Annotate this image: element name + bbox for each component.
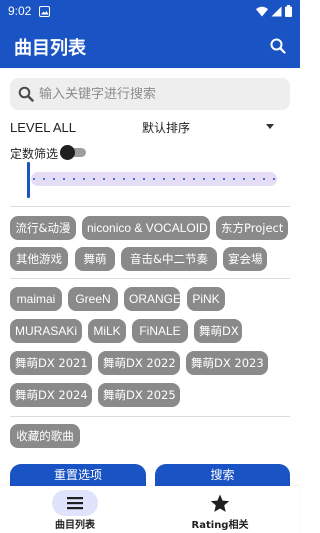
slider-tick bbox=[253, 178, 255, 180]
slider-tick bbox=[113, 178, 115, 180]
appbar-search-button[interactable] bbox=[266, 34, 290, 58]
chip-genre-ongeki-chunithm[interactable]: 音击&中二节奏 bbox=[121, 247, 217, 271]
chip-version-pink[interactable]: PiNK bbox=[187, 287, 225, 311]
app-bar: 曲目列表 bbox=[0, 24, 300, 68]
slider-tick bbox=[223, 178, 225, 180]
chip-favorites[interactable]: 收藏的歌曲 bbox=[10, 424, 80, 448]
search-submit-button[interactable]: 搜索 bbox=[155, 464, 290, 486]
slider-tick bbox=[233, 178, 235, 180]
chip-genre-touhou[interactable]: 东方Project bbox=[216, 216, 288, 240]
nav-label: 曲目列表 bbox=[55, 520, 95, 531]
chip-genre-maimai[interactable]: 舞萌 bbox=[75, 247, 115, 271]
slider-ticks bbox=[33, 178, 275, 180]
chip-version-dx-2021[interactable]: 舞萌DX 2021 bbox=[10, 351, 92, 375]
nav-item-song-list[interactable]: 曲目列表 bbox=[0, 486, 150, 533]
wifi-icon bbox=[256, 5, 268, 17]
level-selector[interactable]: LEVEL ALL bbox=[10, 120, 76, 135]
slider-tick bbox=[143, 178, 145, 180]
notification-photo-icon bbox=[38, 5, 50, 17]
constant-filter-row: 定数筛选 bbox=[10, 144, 110, 162]
chip-version-dx-2023[interactable]: 舞萌DX 2023 bbox=[186, 351, 268, 375]
chip-version-dx-2025[interactable]: 舞萌DX 2025 bbox=[98, 383, 180, 407]
chip-version-murasaki[interactable]: MURASAKi bbox=[10, 319, 82, 343]
chip-version-finale[interactable]: FiNALE bbox=[132, 319, 188, 343]
search-icon bbox=[16, 84, 36, 104]
slider-tick bbox=[263, 178, 265, 180]
chip-version-maimai[interactable]: maimai bbox=[10, 287, 62, 311]
chip-version-milk[interactable]: MiLK bbox=[88, 319, 126, 343]
chip-version-orange[interactable]: ORANGE bbox=[124, 287, 181, 311]
slider-tick bbox=[123, 178, 125, 180]
status-time: 9:02 bbox=[8, 4, 32, 18]
bottom-navigation: 曲目列表 Rating相关 bbox=[0, 486, 300, 533]
slider-tick bbox=[203, 178, 205, 180]
slider-tick bbox=[193, 178, 195, 180]
slider-tick bbox=[103, 178, 105, 180]
divider bbox=[10, 416, 290, 417]
chip-genre-pop-anime[interactable]: 流行&动漫 bbox=[10, 216, 76, 240]
slider-tick bbox=[163, 178, 165, 180]
nav-item-rating[interactable]: Rating相关 bbox=[145, 486, 295, 533]
status-bar: 9:02 bbox=[0, 0, 300, 24]
sort-selector[interactable]: 默认排序 bbox=[142, 119, 190, 136]
chip-version-green[interactable]: GreeN bbox=[68, 287, 118, 311]
slider-tick bbox=[273, 178, 275, 180]
slider-tick bbox=[33, 178, 35, 180]
chip-version-dx-2024[interactable]: 舞萌DX 2024 bbox=[10, 383, 92, 407]
star-icon bbox=[207, 492, 233, 514]
divider bbox=[10, 206, 290, 207]
search-input[interactable] bbox=[39, 86, 279, 102]
slider-tick bbox=[183, 178, 185, 180]
battery-icon bbox=[284, 5, 292, 17]
slider-tick bbox=[83, 178, 85, 180]
reset-button[interactable]: 重置选项 bbox=[10, 464, 146, 486]
slider-tick bbox=[243, 178, 245, 180]
page-title: 曲目列表 bbox=[14, 38, 86, 58]
slider-tick bbox=[213, 178, 215, 180]
slider-tick bbox=[153, 178, 155, 180]
dropdown-arrow-icon[interactable] bbox=[266, 124, 274, 129]
constant-filter-switch[interactable] bbox=[60, 145, 88, 160]
slider-tick bbox=[53, 178, 55, 180]
chip-genre-utage[interactable]: 宴会場 bbox=[223, 247, 267, 271]
filter-row: LEVEL ALL 默认排序 bbox=[10, 119, 280, 137]
search-icon bbox=[270, 38, 286, 54]
nav-label: Rating相关 bbox=[191, 520, 249, 531]
switch-thumb bbox=[60, 145, 75, 160]
slider-tick bbox=[63, 178, 65, 180]
slider-tick bbox=[133, 178, 135, 180]
chip-genre-niconico-vocaloid[interactable]: niconico & VOCALOID bbox=[82, 216, 210, 240]
constant-filter-label: 定数筛选 bbox=[10, 147, 59, 161]
slider-tick bbox=[93, 178, 95, 180]
signal-icon bbox=[270, 5, 282, 17]
slider-tick bbox=[173, 178, 175, 180]
chip-version-dx-2022[interactable]: 舞萌DX 2022 bbox=[98, 351, 180, 375]
slider-tick bbox=[73, 178, 75, 180]
chip-genre-other-games[interactable]: 其他游戏 bbox=[10, 247, 68, 271]
constant-range-slider[interactable] bbox=[25, 162, 283, 198]
search-box[interactable] bbox=[10, 78, 290, 110]
slider-tick bbox=[43, 178, 45, 180]
slider-handle[interactable] bbox=[27, 162, 30, 198]
menu-icon bbox=[62, 492, 88, 514]
divider bbox=[10, 278, 290, 279]
chip-version-maimai-dx[interactable]: 舞萌DX bbox=[194, 319, 242, 343]
